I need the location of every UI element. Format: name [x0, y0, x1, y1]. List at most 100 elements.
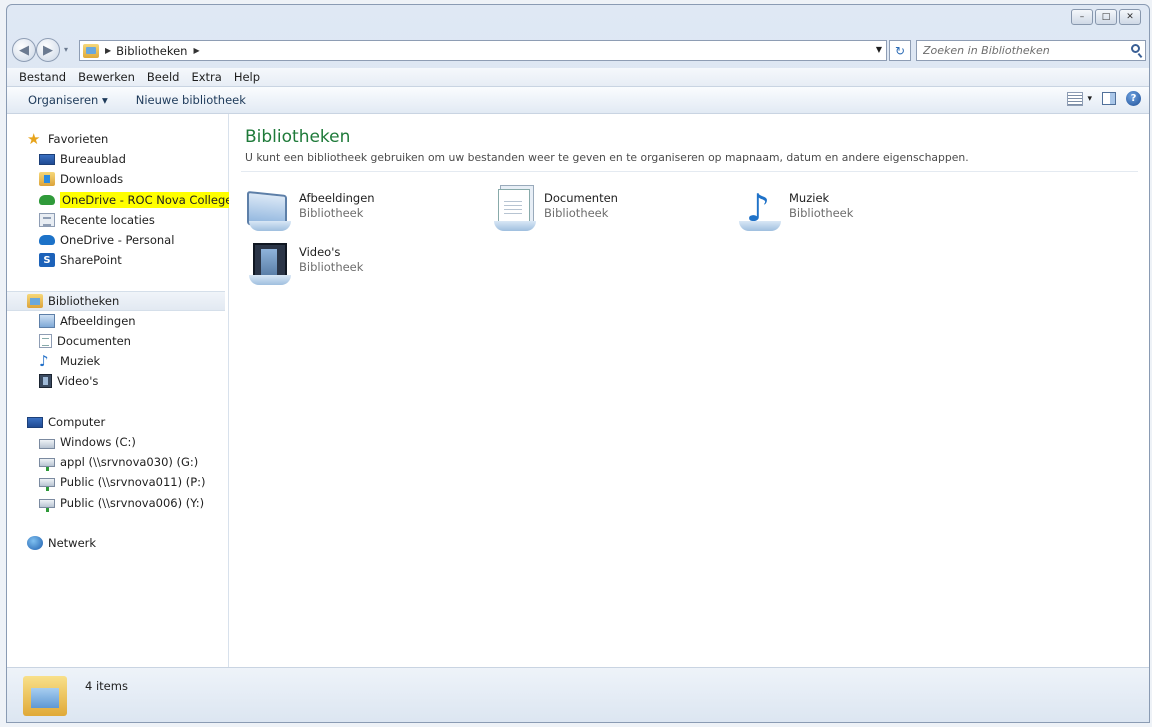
sharepoint-icon: S — [39, 253, 55, 267]
organize-button[interactable]: Organiseren ▾ — [7, 93, 122, 107]
nav-item-onedrive-roc[interactable]: OneDrive - ROC Nova College — [7, 190, 235, 210]
network-drive-icon — [39, 477, 55, 491]
search-icon[interactable] — [1131, 44, 1140, 53]
nav-item-downloads[interactable]: Downloads — [7, 169, 123, 189]
help-icon[interactable]: ? — [1126, 91, 1141, 106]
command-bar-right: ▾ ? — [1067, 91, 1141, 106]
onedrive-cloud-icon — [39, 235, 55, 245]
pictures-icon — [39, 314, 55, 328]
nav-libraries[interactable]: Bibliotheken — [7, 291, 225, 311]
library-base-icon — [494, 221, 536, 231]
menu-edit[interactable]: Bewerken — [72, 70, 141, 84]
menu-help[interactable]: Help — [228, 70, 266, 84]
library-name: Afbeeldingen — [299, 191, 375, 205]
nav-item-documents[interactable]: Documenten — [7, 331, 131, 351]
recent-places-icon — [39, 213, 55, 227]
nav-item-drive-c[interactable]: Windows (C:) — [7, 432, 136, 452]
nav-network[interactable]: Netwerk — [7, 533, 96, 553]
library-base-icon — [249, 221, 291, 231]
search-box[interactable] — [916, 40, 1146, 61]
nav-favorites[interactable]: ★ Favorieten — [7, 129, 108, 149]
nav-item-pictures[interactable]: Afbeeldingen — [7, 311, 136, 331]
libraries-icon — [83, 43, 99, 58]
library-item-documents[interactable]: Documenten Bibliotheek — [492, 189, 722, 235]
change-view-icon[interactable] — [1067, 91, 1084, 106]
library-item-music[interactable]: ♪ Muziek Bibliotheek — [737, 189, 967, 235]
breadcrumb-chevron-icon[interactable]: ▶ — [193, 46, 199, 55]
close-button[interactable]: ✕ — [1119, 9, 1141, 25]
nav-item-drive-y[interactable]: Public (\\srvnova006) (Y:) — [7, 493, 204, 513]
page-title: Bibliotheken — [245, 127, 351, 147]
music-note-icon: ♪ — [39, 352, 49, 370]
explorer-window: – □ ✕ ◀ ▶ ▾ ▶ Bibliotheken ▶ ▼ ↻ Bestand… — [6, 4, 1150, 723]
nav-item-onedrive-personal[interactable]: OneDrive - Personal — [7, 230, 174, 250]
library-item-pictures[interactable]: Afbeeldingen Bibliotheek — [247, 189, 477, 235]
library-base-icon — [249, 275, 291, 285]
network-globe-icon — [27, 536, 43, 550]
navigation-pane: ★ Favorieten Bureaublad Downloads OneDri… — [7, 114, 235, 667]
breadcrumb-chevron-icon[interactable]: ▶ — [105, 46, 111, 55]
details-pane: 4 items — [7, 667, 1149, 722]
library-base-icon — [739, 221, 781, 231]
nav-item-label: Video's — [57, 374, 99, 388]
nav-item-desktop[interactable]: Bureaublad — [7, 149, 126, 169]
desktop-icon — [39, 153, 55, 165]
star-icon: ★ — [27, 130, 41, 148]
computer-icon — [27, 416, 43, 428]
nav-item-label: Afbeeldingen — [60, 314, 136, 328]
menu-view[interactable]: Beeld — [141, 70, 186, 84]
address-dropdown-icon[interactable]: ▼ — [876, 45, 882, 54]
search-input[interactable] — [917, 43, 1125, 58]
nav-network-label: Netwerk — [48, 536, 97, 550]
nav-item-label: Windows (C:) — [60, 435, 136, 449]
nav-item-label: Bureaublad — [60, 152, 126, 166]
menu-tools[interactable]: Extra — [185, 70, 227, 84]
address-row: ◀ ▶ ▾ ▶ Bibliotheken ▶ ▼ ↻ — [7, 38, 1149, 64]
item-count: 4 items — [85, 679, 128, 693]
nav-item-label: Muziek — [60, 354, 101, 368]
maximize-button[interactable]: □ — [1095, 9, 1117, 25]
forward-button[interactable]: ▶ — [36, 38, 60, 62]
nav-item-drive-p[interactable]: Public (\\srvnova011) (P:) — [7, 472, 206, 492]
library-type: Bibliotheek — [544, 206, 609, 220]
nav-item-label: OneDrive - Personal — [60, 233, 175, 247]
preview-pane-icon[interactable] — [1102, 92, 1116, 105]
command-bar: Organiseren ▾ Nieuwe bibliotheek ▾ ? — [7, 87, 1149, 114]
nav-item-videos[interactable]: Video's — [7, 371, 98, 391]
address-bar[interactable]: ▶ Bibliotheken ▶ ▼ — [79, 40, 887, 61]
libraries-icon — [27, 294, 43, 308]
nav-item-music[interactable]: ♪ Muziek — [7, 351, 100, 371]
nav-item-label: Public (\\srvnova011) (P:) — [60, 475, 206, 489]
nav-item-sharepoint[interactable]: S SharePoint — [7, 250, 122, 270]
view-menu-dropdown-icon[interactable]: ▾ — [1087, 94, 1092, 104]
library-name: Documenten — [544, 191, 618, 205]
page-description: U kunt een bibliotheek gebruiken om uw b… — [245, 151, 969, 164]
library-type: Bibliotheek — [299, 260, 364, 274]
library-item-videos[interactable]: Video's Bibliotheek — [247, 243, 477, 289]
nav-item-recent-places[interactable]: Recente locaties — [7, 210, 155, 230]
new-library-button[interactable]: Nieuwe bibliotheek — [122, 93, 260, 107]
divider — [241, 171, 1138, 172]
library-type: Bibliotheek — [789, 206, 854, 220]
menu-file[interactable]: Bestand — [7, 70, 72, 84]
back-button[interactable]: ◀ — [12, 38, 36, 62]
breadcrumb-libraries[interactable]: Bibliotheken — [116, 44, 187, 58]
network-drive-icon — [39, 498, 55, 512]
nav-item-label: appl (\\srvnova030) (G:) — [60, 455, 199, 469]
nav-computer[interactable]: Computer — [7, 412, 105, 432]
nav-libraries-label: Bibliotheken — [48, 294, 120, 308]
libraries-large-icon — [23, 676, 67, 716]
nav-item-drive-g[interactable]: appl (\\srvnova030) (G:) — [7, 452, 198, 472]
nav-item-label: Documenten — [57, 334, 131, 348]
library-type: Bibliotheek — [299, 206, 364, 220]
refresh-button[interactable]: ↻ — [889, 40, 911, 61]
nav-item-label: OneDrive - ROC Nova College — [60, 192, 235, 208]
nav-item-label: Downloads — [60, 172, 124, 186]
downloads-icon — [39, 172, 55, 186]
recent-pages-dropdown[interactable]: ▾ — [64, 45, 68, 54]
network-drive-icon — [39, 457, 55, 471]
nav-item-label: SharePoint — [60, 253, 122, 267]
documents-icon — [39, 334, 52, 348]
minimize-button[interactable]: – — [1071, 9, 1093, 25]
hard-drive-icon — [39, 438, 55, 449]
